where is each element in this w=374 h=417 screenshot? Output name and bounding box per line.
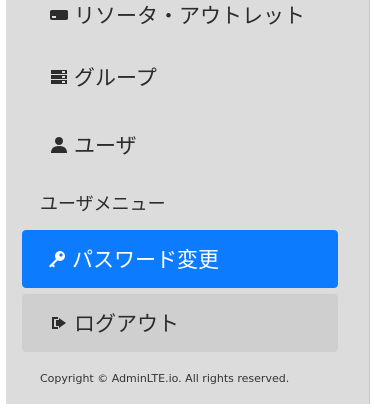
- sidebar-item-outlet[interactable]: リソータ・アウトレット: [22, 0, 338, 44]
- sidebar-item-label: リソータ・アウトレット: [74, 4, 305, 28]
- sidebar-item-label: パスワード変更: [72, 248, 219, 272]
- sidebar-item-label: ログアウト: [74, 312, 179, 336]
- server-icon: [48, 66, 70, 88]
- sidebar-item-groups[interactable]: グループ: [22, 48, 338, 106]
- sidebar-item-users[interactable]: ユーザ: [22, 116, 338, 174]
- sidebar: リソータ・アウトレット グループ ユーザ ユーザメニュー パスワード変更 ログア…: [6, 0, 370, 404]
- sidebar-item-label: グループ: [74, 66, 157, 90]
- sign-out-icon: [48, 312, 70, 334]
- section-header-user-menu: ユーザメニュー: [40, 194, 166, 215]
- sidebar-item-logout[interactable]: ログアウト: [22, 294, 338, 352]
- copyright-footer: Copyright © AdminLTE.io. All rights rese…: [40, 372, 290, 385]
- key-icon: [46, 248, 68, 270]
- sidebar-item-label: ユーザ: [74, 134, 137, 158]
- hdd-icon: [48, 4, 70, 26]
- sidebar-item-change-password[interactable]: パスワード変更: [22, 230, 338, 288]
- user-icon: [48, 134, 70, 156]
